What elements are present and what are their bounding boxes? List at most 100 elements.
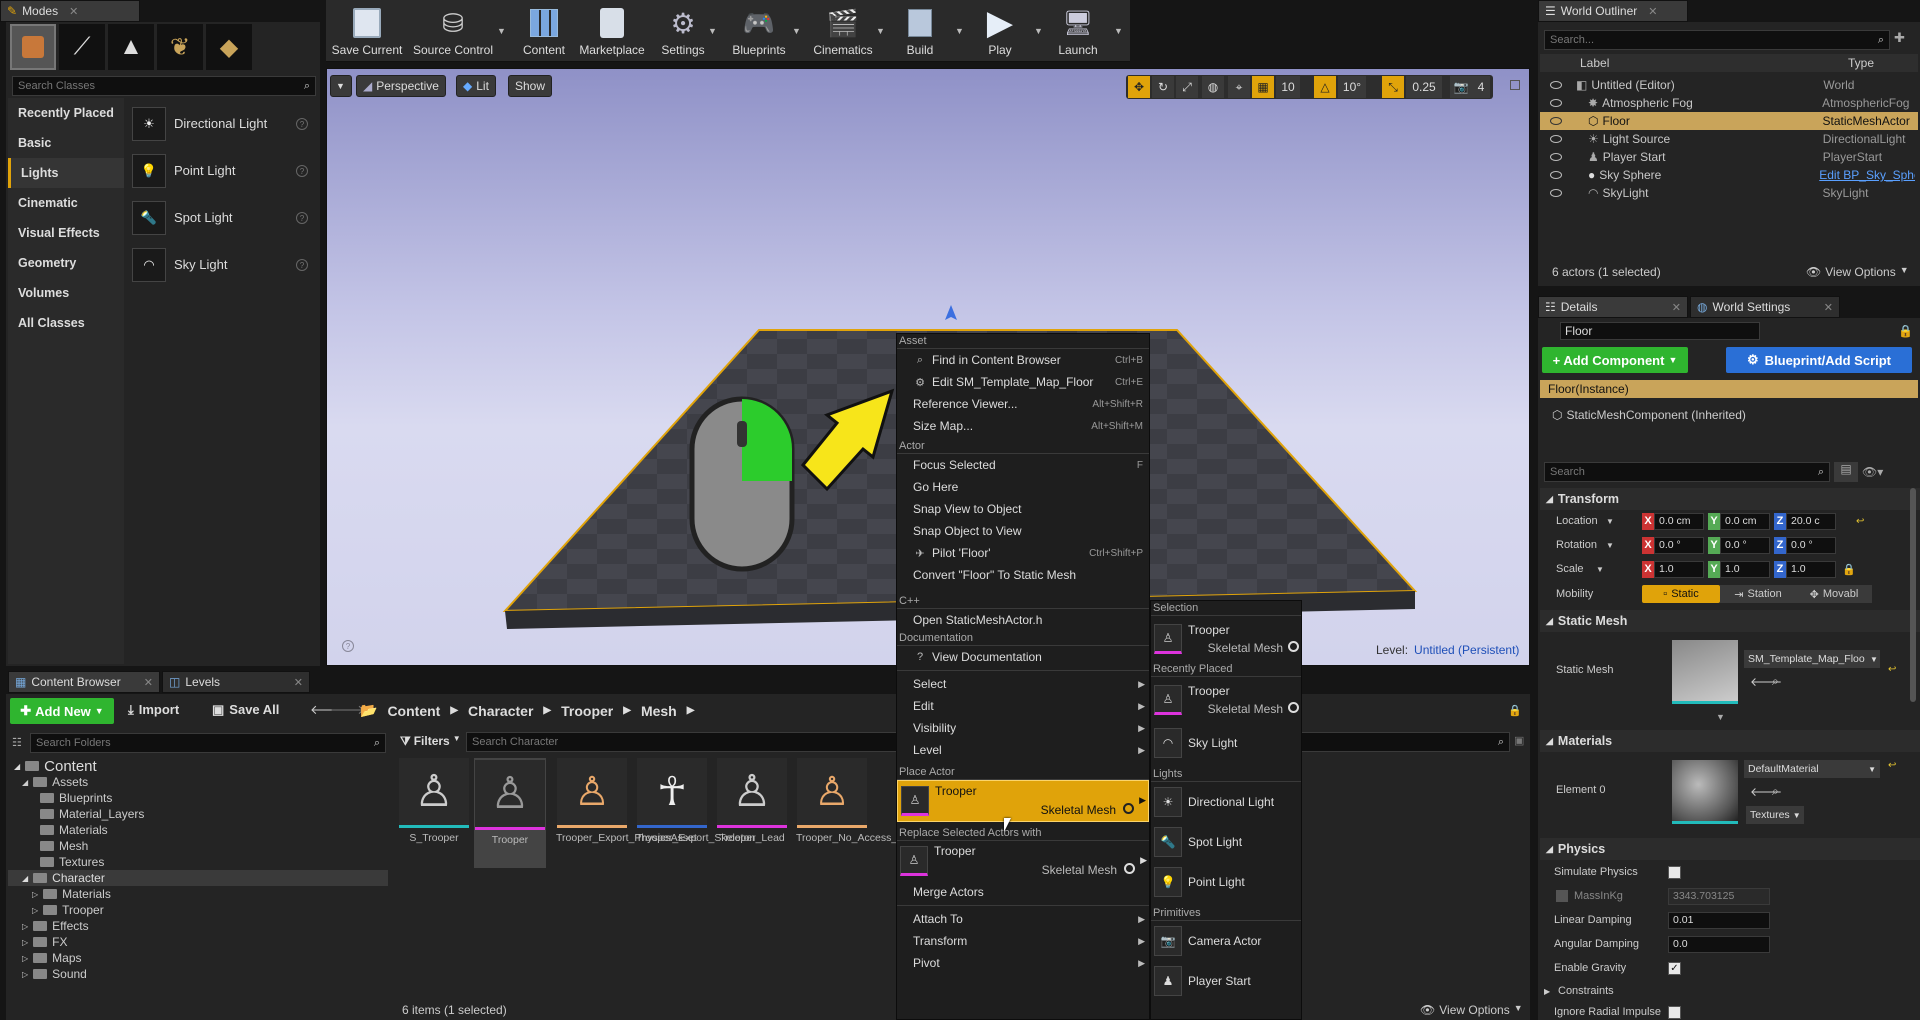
material-dropdown[interactable]: DefaultMaterial ▼ <box>1744 760 1880 778</box>
rotation-x-field[interactable]: 0.0 ° <box>1654 536 1704 554</box>
perspective-button[interactable]: ◢ Perspective <box>356 75 446 97</box>
place-mode-icon[interactable] <box>10 24 56 70</box>
submenu-selection-trooper[interactable]: ♙ Trooper Skeletal Mesh <box>1151 616 1301 662</box>
menu-pivot[interactable]: Pivot ▶ <box>897 952 1149 974</box>
close-icon[interactable]: ✕ <box>1648 5 1657 18</box>
lock-icon[interactable]: 🔒 <box>1842 563 1856 576</box>
details-scrollbar[interactable] <box>1910 488 1916 702</box>
folder-tree-toggle-icon[interactable]: ☷ <box>12 736 22 749</box>
folder-mesh[interactable]: Mesh <box>8 838 388 854</box>
row-type-link[interactable]: Edit BP_Sky_Sphe <box>1819 168 1915 182</box>
col-label[interactable]: Label <box>1580 56 1848 70</box>
browse-icon[interactable]: ⌕ <box>1772 674 1779 689</box>
folder-material-layers[interactable]: Material_Layers <box>8 806 388 822</box>
constraints-row[interactable]: ▶ Constraints <box>1540 980 1920 1002</box>
place-spot-light[interactable]: 🔦 Spot Light? <box>128 194 318 241</box>
scale-tool-icon[interactable]: ⤢ <box>1176 76 1198 98</box>
menu-visibility[interactable]: Visibility ▶ <box>897 717 1149 739</box>
folder-trooper[interactable]: ▷ Trooper <box>8 902 388 918</box>
tab-levels[interactable]: ◫ Levels ✕ <box>162 671 310 693</box>
category-recently-placed[interactable]: Recently Placed <box>8 98 124 128</box>
lock-icon[interactable]: 🔒 <box>1898 324 1913 338</box>
category-volumes[interactable]: Volumes <box>8 278 124 308</box>
help-icon[interactable]: ? <box>296 117 308 130</box>
component-row[interactable]: ⬡ StaticMeshComponent (Inherited) <box>1552 408 1746 422</box>
help-icon[interactable]: ? <box>342 640 354 652</box>
expand-icon[interactable]: ▼ <box>1716 712 1725 722</box>
folder-blueprints[interactable]: Blueprints <box>8 790 388 806</box>
search-classes-input[interactable]: Search Classes ⌕ <box>12 76 316 96</box>
close-icon[interactable]: ✕ <box>1824 301 1833 314</box>
grid-view-icon[interactable]: ▤ <box>1834 462 1858 482</box>
reset-icon[interactable]: ↩ <box>1856 516 1864 527</box>
close-icon[interactable]: ✕ <box>144 676 153 689</box>
breadcrumb-mesh[interactable]: Mesh <box>641 703 677 719</box>
menu-pilot-floor[interactable]: ✈ Pilot 'Floor' Ctrl+Shift+P <box>897 542 1149 564</box>
material-thumbnail[interactable] <box>1672 760 1738 824</box>
reset-icon[interactable]: ↩ <box>1888 760 1896 771</box>
folder-content[interactable]: ◢ Content <box>8 758 388 775</box>
mass-checkbox[interactable] <box>1556 890 1568 902</box>
folder-character-materials[interactable]: ▷ Materials <box>8 886 388 902</box>
mobility-stationary-button[interactable]: ⇥ Station <box>1720 585 1796 603</box>
menu-reference-viewer[interactable]: Reference Viewer... Alt+Shift+R <box>897 393 1149 415</box>
static-mesh-section[interactable]: ◢ Static Mesh <box>1540 610 1920 632</box>
menu-attach-to[interactable]: Attach To ▶ <box>897 908 1149 930</box>
col-type[interactable]: Type <box>1848 56 1874 70</box>
folder-assets[interactable]: ◢ Assets <box>8 774 388 790</box>
menu-merge-actors[interactable]: Merge Actors <box>897 881 1149 903</box>
menu-size-map[interactable]: Size Map... Alt+Shift+M <box>897 415 1149 437</box>
save-search-icon[interactable]: ▣ <box>1514 734 1524 747</box>
breadcrumb-character[interactable]: Character <box>468 703 533 719</box>
asset-tile[interactable]: ♙ S_Trooper <box>398 758 470 844</box>
menu-level[interactable]: Level ▶ <box>897 739 1149 761</box>
outliner-row[interactable]: ● Sky Sphere Edit BP_Sky_Sphe <box>1540 166 1918 184</box>
add-new-button[interactable]: ✚ Add New ▼ <box>10 698 114 724</box>
menu-place-trooper[interactable]: ♙ Trooper Skeletal Mesh ▶ <box>897 780 1149 822</box>
blueprint-add-script-button[interactable]: ⚙ Blueprint/Add Script <box>1726 347 1912 373</box>
outliner-row-selected[interactable]: ⬡ Floor StaticMeshActor <box>1540 112 1918 130</box>
outliner-row[interactable]: ◠ SkyLight SkyLight <box>1540 184 1918 202</box>
reset-icon[interactable]: ↩ <box>1888 664 1896 675</box>
category-cinematic[interactable]: Cinematic <box>8 188 124 218</box>
add-component-button[interactable]: + Add Component ▼ <box>1542 347 1688 373</box>
tab-world-outliner[interactable]: ☰ World Outliner ✕ <box>1538 0 1688 22</box>
rotation-snap-icon[interactable]: △ <box>1314 76 1336 98</box>
rotation-y-field[interactable]: 0.0 ° <box>1720 536 1770 554</box>
scale-y-field[interactable]: 1.0 <box>1720 560 1770 578</box>
browse-icon[interactable]: ⌕ <box>1772 784 1779 799</box>
simulate-checkbox[interactable] <box>1668 865 1681 879</box>
show-button[interactable]: Show <box>508 75 553 97</box>
submenu-directional-light[interactable]: ☀ Directional Light <box>1151 782 1301 822</box>
camera-speed-value[interactable]: 4 <box>1472 76 1490 98</box>
menu-snap-object-to-view[interactable]: Snap Object to View <box>897 520 1149 542</box>
location-x-field[interactable]: 0.0 cm <box>1654 512 1704 530</box>
save-current-button[interactable]: Save Current <box>330 0 404 60</box>
menu-edit-asset[interactable]: ⚙ Edit SM_Template_Map_Floor Ctrl+E <box>897 371 1149 393</box>
category-lights[interactable]: Lights <box>8 158 124 188</box>
content-button[interactable]: Content <box>516 0 572 60</box>
menu-open-header[interactable]: Open StaticMeshActor.h <box>897 609 1149 631</box>
folder-effects[interactable]: ▷ Effects <box>8 918 388 934</box>
geometry-mode-icon[interactable]: ◆ <box>206 24 252 70</box>
eye-icon[interactable] <box>1550 135 1562 143</box>
location-y-field[interactable]: 0.0 cm <box>1720 512 1770 530</box>
materials-section[interactable]: ◢ Materials <box>1540 730 1920 752</box>
world-space-icon[interactable]: ◍ <box>1202 76 1224 98</box>
surface-snap-icon[interactable]: ⌖ <box>1228 76 1250 98</box>
filters-button[interactable]: ⧩ Filters ▼ <box>400 734 461 749</box>
chevron-down-icon[interactable]: ▼ <box>792 26 801 36</box>
lit-button[interactable]: ◆ Lit <box>456 75 496 97</box>
add-folder-icon[interactable]: ✚ <box>1894 30 1905 46</box>
outliner-view-options[interactable]: 👁 View Options ▼ <box>1806 265 1909 279</box>
breadcrumb-trooper[interactable]: Trooper <box>561 703 613 719</box>
submenu-recent-trooper[interactable]: ♙ Trooper Skeletal Mesh <box>1151 677 1301 723</box>
source-control-button[interactable]: ⛁ Source Control <box>410 0 496 60</box>
submenu-recent-sky-light[interactable]: ◠ Sky Light <box>1151 723 1301 763</box>
folder-materials[interactable]: Materials <box>8 822 388 838</box>
outliner-row[interactable]: ♟ Player Start PlayerStart <box>1540 148 1918 166</box>
menu-focus-selected[interactable]: Focus Selected F <box>897 454 1149 476</box>
viewport-menu-button[interactable]: ▼ <box>330 75 352 97</box>
scale-z-field[interactable]: 1.0 <box>1786 560 1836 578</box>
category-all-classes[interactable]: All Classes <box>8 308 124 338</box>
